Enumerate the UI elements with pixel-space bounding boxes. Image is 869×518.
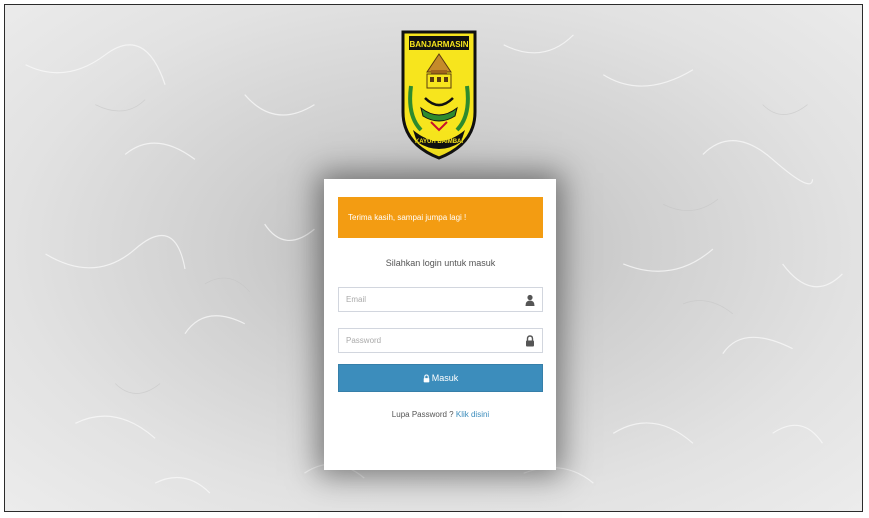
forgot-password: Lupa Password ? Klik disini [338,410,543,419]
forgot-password-text: Lupa Password ? [391,410,454,419]
password-input[interactable] [339,329,516,352]
logout-alert: Terima kasih, sampai jumpa lagi ! [338,197,543,238]
login-box-message: Silahkan login untuk masuk [385,258,496,268]
lock-icon [526,335,534,347]
login-submit-button[interactable]: Masuk [338,364,543,392]
logo-top-text: BANJARMASIN [409,40,468,49]
login-submit-label: Masuk [431,373,459,383]
forgot-password-link[interactable]: Klik disini [456,410,489,419]
lock-icon [423,373,430,382]
logo-bottom-text: KAYUH BAIMBAI [415,139,463,145]
user-icon [525,294,535,306]
email-input[interactable] [339,288,516,311]
password-field-group [338,328,543,353]
email-field-group [338,287,543,312]
banjarmasin-logo: BANJARMASIN KAYUH BAIMBAI [399,26,479,160]
